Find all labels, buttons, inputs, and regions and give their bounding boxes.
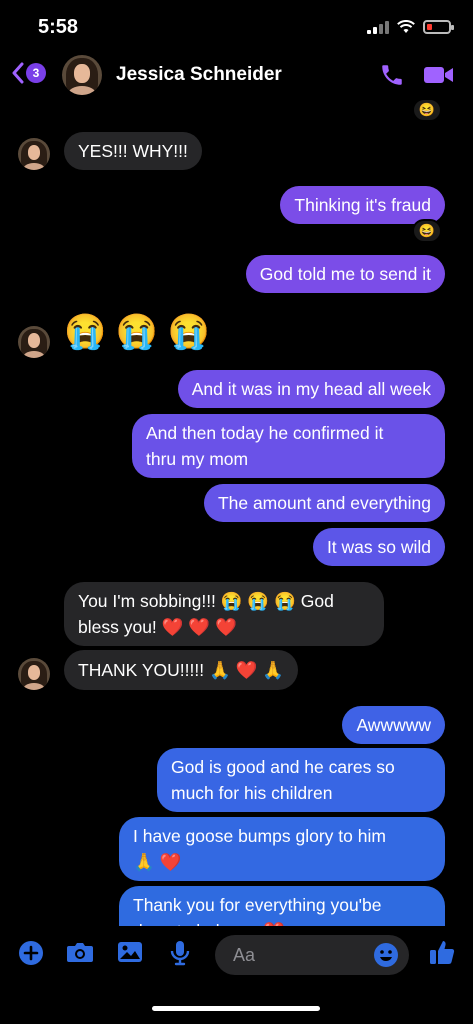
sent-message[interactable]: Thank you for everything you'be done to … bbox=[119, 886, 445, 926]
plus-circle-icon[interactable] bbox=[18, 940, 44, 966]
contact-avatar-small[interactable] bbox=[18, 138, 50, 170]
conversation-header: 3 Jessica Schneider bbox=[0, 52, 473, 98]
thumbs-up-icon[interactable] bbox=[428, 938, 456, 966]
status-time: 5:58 bbox=[38, 16, 79, 38]
sent-message[interactable]: The amount and everything bbox=[203, 484, 445, 522]
received-message[interactable]: THANK YOU!!!!! 🙏 ❤️ 🙏 bbox=[64, 650, 299, 690]
back-button[interactable]: 3 bbox=[12, 62, 46, 84]
laughing-emoji-icon: 😆 bbox=[418, 102, 436, 117]
reaction-badge[interactable]: 😆 bbox=[412, 98, 442, 122]
signal-icon bbox=[367, 20, 389, 34]
camera-icon[interactable] bbox=[66, 940, 94, 964]
battery-icon bbox=[423, 20, 454, 34]
contact-avatar-small[interactable] bbox=[18, 326, 50, 358]
emoji-icon[interactable] bbox=[373, 942, 399, 968]
unread-count-badge: 3 bbox=[26, 63, 46, 83]
contact-avatar[interactable] bbox=[62, 55, 102, 95]
message-input-placeholder: Aa bbox=[233, 945, 256, 965]
contact-name[interactable]: Jessica Schneider bbox=[116, 64, 282, 86]
photo-gallery-icon[interactable] bbox=[117, 940, 143, 964]
video-camera-icon[interactable] bbox=[423, 64, 455, 86]
reaction-badge[interactable]: 😆 bbox=[412, 219, 442, 243]
status-bar: 5:58 bbox=[0, 0, 473, 52]
sent-message[interactable]: And then today he confirmed it thru my m… bbox=[132, 414, 445, 478]
sent-message[interactable]: I have goose bumps glory to him 🙏 ❤️ bbox=[119, 817, 445, 881]
laughing-emoji-icon: 😆 bbox=[418, 223, 436, 238]
chevron-left-icon bbox=[12, 62, 24, 84]
sent-message[interactable]: And it was in my head all week bbox=[177, 370, 445, 408]
wifi-icon bbox=[397, 20, 415, 33]
status-icons bbox=[367, 20, 454, 34]
emoji-message[interactable]: 😭 😭 😭 bbox=[64, 312, 210, 352]
sent-message[interactable]: Awwwww bbox=[342, 706, 445, 744]
sent-message[interactable]: God told me to send it bbox=[245, 255, 445, 293]
received-message[interactable]: YES!!! WHY!!! bbox=[64, 132, 202, 170]
message-input[interactable]: Aa bbox=[215, 935, 409, 975]
message-composer: Aa bbox=[0, 930, 473, 982]
sent-message[interactable]: Thinking it's fraud bbox=[280, 186, 445, 224]
sent-message[interactable]: God is good and he cares so much for his… bbox=[157, 748, 445, 812]
contact-avatar-small[interactable] bbox=[18, 658, 50, 690]
message-list[interactable]: 😆 YES!!! WHY!!! Thinking it's fraud 😆 Go… bbox=[0, 98, 473, 926]
home-indicator[interactable] bbox=[152, 1006, 320, 1011]
microphone-icon[interactable] bbox=[170, 940, 190, 966]
sent-message[interactable]: It was so wild bbox=[312, 528, 445, 566]
received-message[interactable]: You I'm sobbing!!! 😭 😭 😭 God bless you! … bbox=[64, 582, 384, 646]
phone-icon[interactable] bbox=[379, 62, 405, 88]
